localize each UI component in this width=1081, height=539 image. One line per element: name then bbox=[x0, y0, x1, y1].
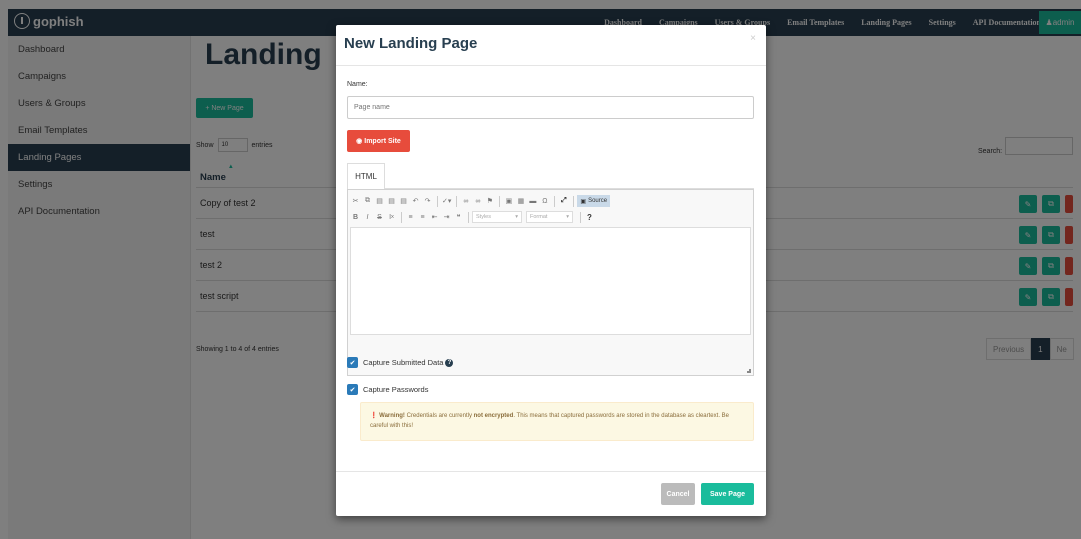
help-icon[interactable]: ? bbox=[584, 211, 595, 223]
modal-title: New Landing Page bbox=[344, 35, 478, 52]
remove-format-icon[interactable]: Ix bbox=[386, 211, 397, 223]
unlink-icon[interactable]: ∞ bbox=[472, 195, 483, 207]
capture-passwords-label-wrap: Capture Passwords bbox=[363, 385, 428, 394]
styles-dropdown[interactable]: Styles ▾ bbox=[472, 211, 522, 223]
save-page-button[interactable]: Save Page bbox=[701, 483, 754, 505]
warning-strong: Warning! bbox=[379, 413, 405, 419]
paste-word-icon[interactable]: ▤ bbox=[398, 195, 409, 207]
spellcheck-icon[interactable]: ✓▾ bbox=[441, 195, 452, 207]
maximize-icon[interactable]: ⤢ bbox=[558, 195, 569, 207]
image-icon[interactable]: ▣ bbox=[503, 195, 514, 207]
toolbar-separator bbox=[401, 211, 402, 223]
format-dropdown[interactable]: Format ▾ bbox=[526, 211, 573, 223]
chevron-down-icon: ▾ bbox=[566, 214, 569, 220]
blockquote-icon[interactable]: ❝ bbox=[453, 211, 464, 223]
source-button[interactable]: ▣ Source bbox=[577, 195, 611, 207]
cancel-button[interactable]: Cancel bbox=[661, 483, 695, 505]
source-icon: ▣ bbox=[580, 198, 587, 205]
tab-html[interactable]: HTML bbox=[347, 163, 385, 189]
capture-submitted-label: Capture Submitted Data bbox=[363, 358, 444, 367]
redo-icon[interactable]: ↷ bbox=[422, 195, 433, 207]
warning-strong-2: not encrypted bbox=[473, 413, 514, 419]
outdent-icon[interactable]: ⇤ bbox=[429, 211, 440, 223]
modal-header-divider bbox=[336, 65, 766, 66]
capture-passwords-checkbox[interactable]: ✔ bbox=[347, 384, 358, 395]
paste-text-icon[interactable]: ▤ bbox=[386, 195, 397, 207]
anchor-icon[interactable]: ⚑ bbox=[484, 195, 495, 207]
numbered-list-icon[interactable]: ≡ bbox=[405, 211, 416, 223]
horizontal-line-icon[interactable]: ▬ bbox=[527, 195, 538, 207]
cut-icon[interactable]: ✂ bbox=[350, 195, 361, 207]
toolbar-separator bbox=[468, 211, 469, 223]
import-site-label: Import Site bbox=[364, 137, 401, 145]
capture-submitted-label-wrap: Capture Submitted Data ? bbox=[363, 358, 454, 367]
warning-alert: ❗ Warning! Credentials are currently not… bbox=[360, 402, 754, 441]
toolbar-separator bbox=[456, 195, 458, 207]
warning-circle-icon: ❗ bbox=[370, 413, 378, 419]
question-circle-icon[interactable]: ? bbox=[445, 358, 454, 367]
page-name-input[interactable] bbox=[347, 96, 754, 119]
source-label: Source bbox=[588, 198, 608, 204]
resize-grip-icon[interactable] bbox=[747, 369, 751, 373]
bold-icon[interactable]: B bbox=[350, 211, 361, 223]
modal-footer-divider bbox=[336, 471, 766, 472]
bulleted-list-icon[interactable]: ≡ bbox=[417, 211, 428, 223]
paste-icon[interactable]: ▤ bbox=[374, 195, 385, 207]
new-landing-page-modal: New Landing Page × Name: ◉ Import Site H… bbox=[336, 25, 766, 516]
toolbar-separator bbox=[437, 195, 438, 207]
indent-icon[interactable]: ⇥ bbox=[441, 211, 452, 223]
toolbar-separator bbox=[580, 211, 581, 223]
capture-passwords-label: Capture Passwords bbox=[363, 385, 429, 394]
strikethrough-icon[interactable]: S bbox=[374, 211, 385, 223]
editor-toolbar-row-2: B I S Ix ≡ ≡ ⇤ ⇥ ❝ Styles ▾ Format ▾ ? bbox=[350, 210, 596, 224]
copy-icon[interactable]: ⧉ bbox=[362, 195, 373, 207]
html-editor: ✂ ⧉ ▤ ▤ ▤ ↶ ↷ ✓▾ ∞ ∞ ⚑ ▣ ▦ ▬ Ω ⤢ ▣ Sourc… bbox=[347, 189, 754, 376]
editor-toolbar-row-1: ✂ ⧉ ▤ ▤ ▤ ↶ ↷ ✓▾ ∞ ∞ ⚑ ▣ ▦ ▬ Ω ⤢ ▣ Sourc… bbox=[350, 194, 611, 208]
warning-text-1: Credentials are currently bbox=[404, 413, 474, 419]
toolbar-separator bbox=[573, 195, 575, 207]
name-label: Name: bbox=[347, 81, 368, 88]
toolbar-separator bbox=[499, 195, 501, 207]
close-icon[interactable]: × bbox=[750, 33, 756, 44]
toolbar-separator bbox=[554, 195, 556, 207]
table-icon[interactable]: ▦ bbox=[515, 195, 526, 207]
globe-icon: ◉ bbox=[356, 138, 363, 145]
capture-submitted-checkbox[interactable]: ✔ bbox=[347, 357, 358, 368]
styles-label: Styles bbox=[476, 214, 491, 220]
undo-icon[interactable]: ↶ bbox=[410, 195, 421, 207]
link-icon[interactable]: ∞ bbox=[460, 195, 471, 207]
special-char-icon[interactable]: Ω bbox=[539, 195, 550, 207]
editor-content-area[interactable] bbox=[350, 227, 751, 335]
italic-icon[interactable]: I bbox=[362, 211, 373, 223]
import-site-button[interactable]: ◉ Import Site bbox=[347, 130, 410, 152]
chevron-down-icon: ▾ bbox=[515, 214, 518, 220]
format-label: Format bbox=[530, 214, 548, 220]
